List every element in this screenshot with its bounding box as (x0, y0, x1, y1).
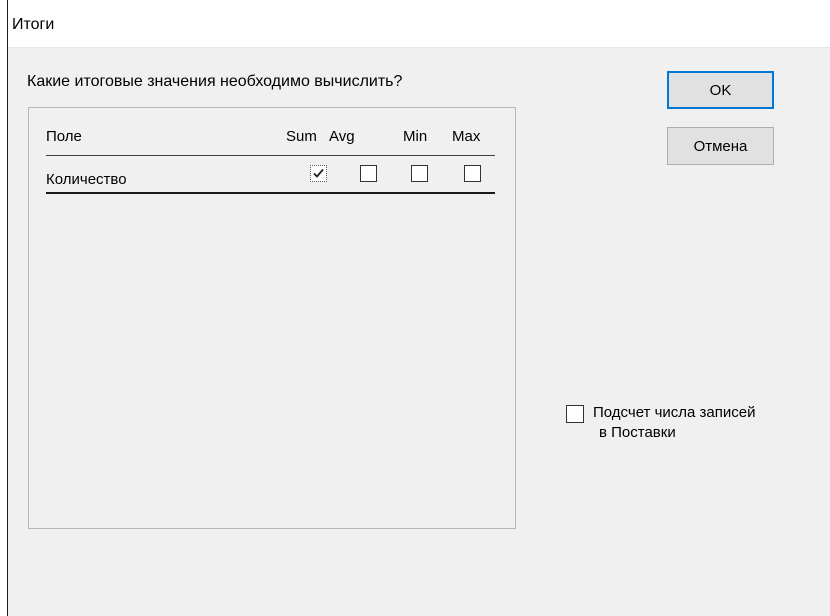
record-count-label-line2: в Поставки (599, 424, 676, 441)
checkmark-icon (313, 168, 324, 178)
record-count-checkbox[interactable] (566, 405, 584, 423)
row-divider (46, 192, 495, 194)
min-checkbox[interactable] (411, 165, 428, 182)
fields-panel: Поле Sum Avg Min Max Количество (28, 107, 516, 529)
header-field: Поле (46, 128, 82, 145)
header-divider (46, 155, 495, 156)
header-sum: Sum (286, 128, 317, 145)
sum-checkbox[interactable] (310, 165, 327, 182)
record-count-label-line1: Подсчет числа записей (593, 404, 756, 421)
summary-options-dialog: Итоги Какие итоговые значения необходимо… (7, 0, 830, 616)
header-max: Max (452, 128, 481, 145)
field-name: Количество (46, 171, 127, 188)
cancel-button[interactable]: Отмена (667, 127, 774, 165)
title-bar: Итоги (8, 0, 830, 48)
record-count-label[interactable]: Подсчет числа записей в Поставки (593, 403, 755, 443)
header-avg: Avg (329, 128, 355, 145)
dialog-title: Итоги (12, 16, 55, 33)
ok-button[interactable]: OK (667, 71, 774, 109)
max-checkbox[interactable] (464, 165, 481, 182)
avg-checkbox[interactable] (360, 165, 377, 182)
summary-prompt: Какие итоговые значения необходимо вычис… (27, 73, 403, 90)
header-min: Min (403, 128, 428, 145)
